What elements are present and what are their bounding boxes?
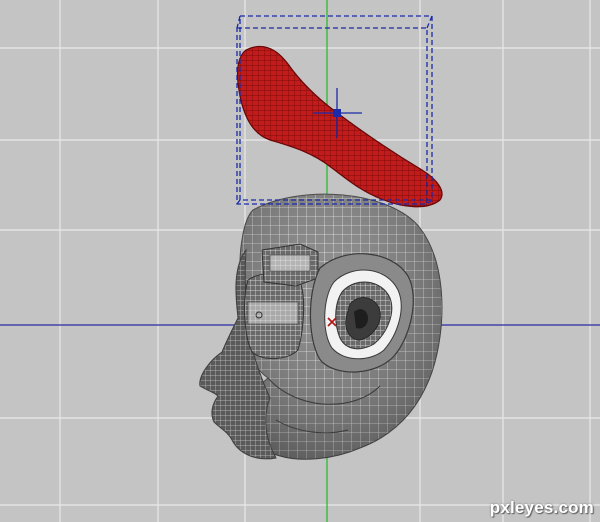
watermark-text: pxleyes.com	[489, 498, 594, 517]
viewport-left[interactable]: pxleyes.com	[0, 0, 600, 522]
head-mesh[interactable]	[199, 193, 443, 460]
selected-mesh[interactable]	[236, 45, 443, 208]
viewport-canvas[interactable]	[0, 0, 600, 522]
brow-region	[261, 243, 319, 287]
